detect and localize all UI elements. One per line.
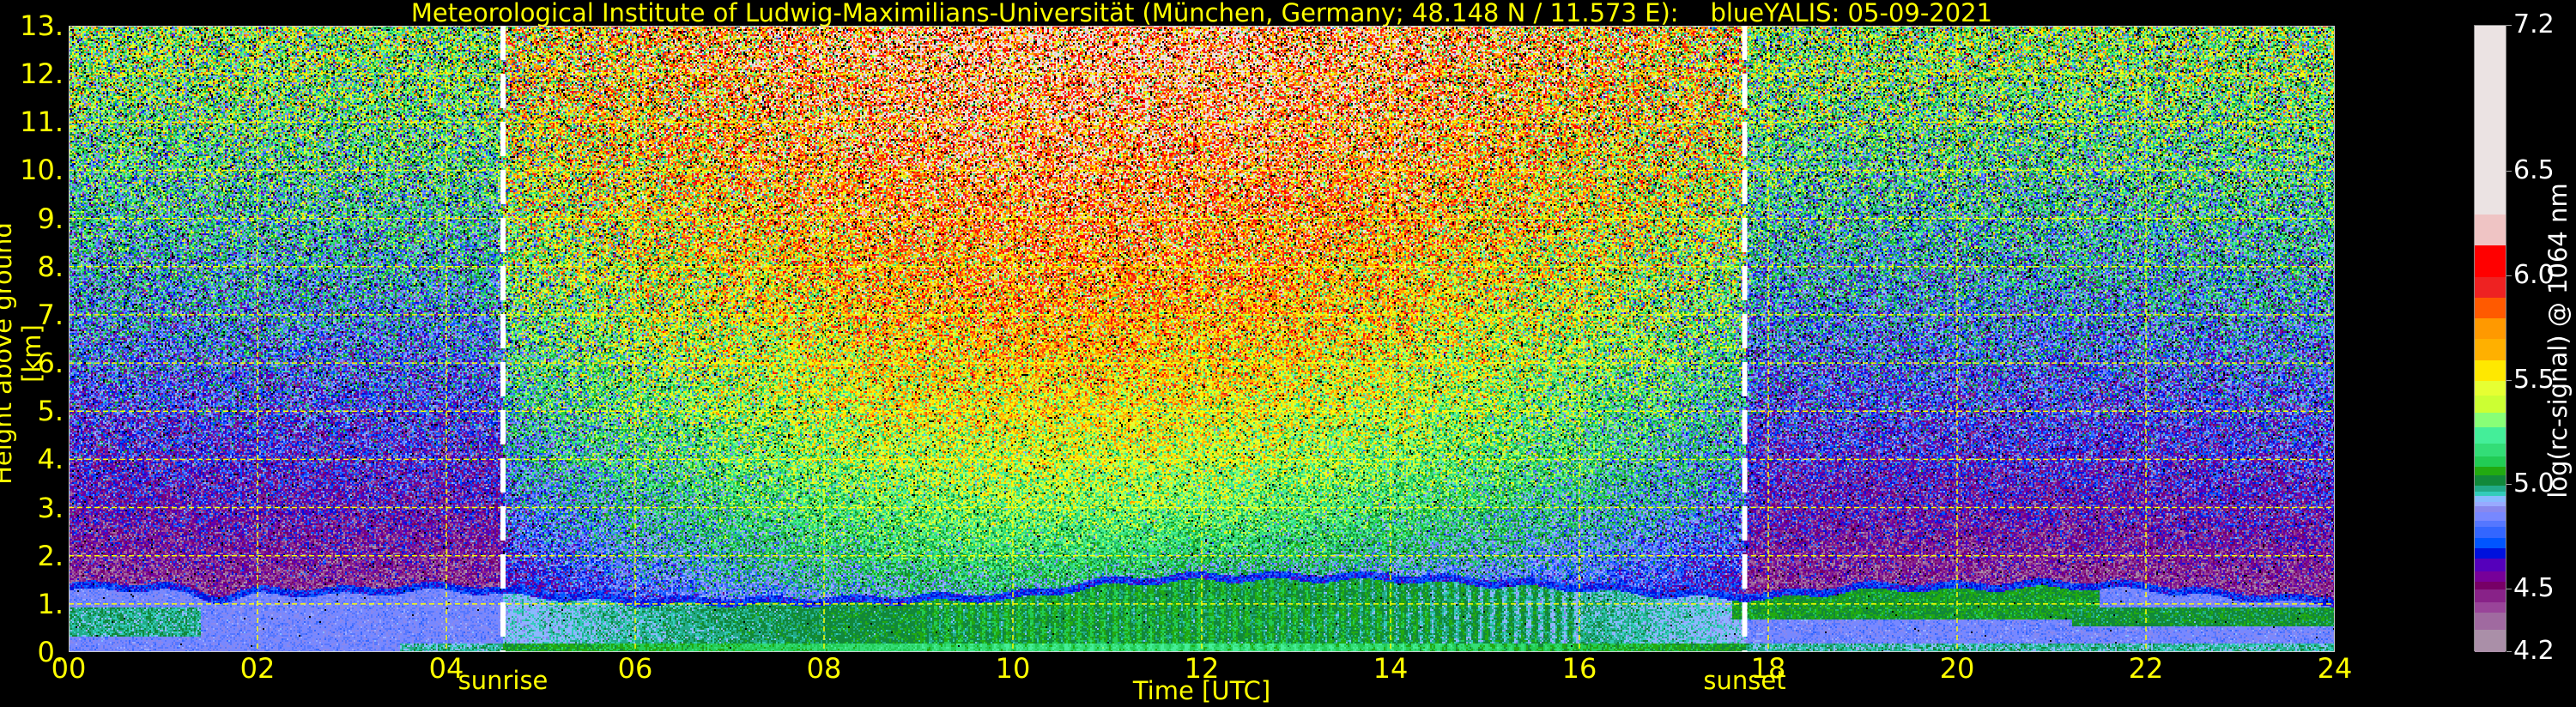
colorbar-tick-mark xyxy=(2506,275,2512,276)
colorbar-segment xyxy=(2475,581,2506,589)
colorbar-segment xyxy=(2475,613,2506,630)
colorbar-segment xyxy=(2475,214,2506,245)
colorbar-segment xyxy=(2475,506,2506,513)
x-tick-label: 22 xyxy=(2112,652,2180,685)
colorbar-segment xyxy=(2475,381,2506,396)
colorbar-tick-label: 7.2 xyxy=(2513,12,2555,38)
colorbar-segment xyxy=(2475,502,2506,506)
colorbar-segment xyxy=(2475,426,2506,444)
colorbar-tick-mark xyxy=(2506,380,2512,381)
x-tick-label: 10 xyxy=(979,652,1047,685)
colorbar-segment xyxy=(2475,318,2506,340)
colorbar-segment xyxy=(2475,512,2506,521)
x-tick-label: 14 xyxy=(1356,652,1425,685)
colorbar-segment xyxy=(2475,521,2506,528)
x-tick-label: 00 xyxy=(34,652,103,685)
colorbar-tick-label: 4.5 xyxy=(2513,576,2555,601)
chart-title: Meteorological Institute of Ludwig-Maxim… xyxy=(0,0,2403,27)
colorbar-segment xyxy=(2475,466,2506,474)
x-axis-label: Time [UTC] xyxy=(1116,676,1288,705)
colorbar-segment xyxy=(2475,339,2506,360)
x-tick-label: 20 xyxy=(1923,652,1991,685)
colorbar-segment xyxy=(2475,360,2506,381)
colorbar-segment xyxy=(2475,245,2506,277)
x-tick-label: 16 xyxy=(1545,652,1614,685)
sunrise-label: sunrise xyxy=(434,666,572,695)
colorbar-segment xyxy=(2475,456,2506,467)
colorbar-label: log(rc-signal) @ 1064 nm xyxy=(2543,178,2573,504)
x-tick-label: 06 xyxy=(601,652,670,685)
y-axis-label: Height above ground [km] xyxy=(0,190,46,517)
colorbar-segment xyxy=(2475,602,2506,613)
y-tick-label: 11. xyxy=(0,108,64,136)
colorbar-tick-mark xyxy=(2506,651,2512,652)
colorbar-segment xyxy=(2475,629,2506,652)
x-tick-label: 08 xyxy=(790,652,858,685)
colorbar-segment xyxy=(2475,396,2506,413)
grid-overlay xyxy=(69,26,2335,652)
x-tick-label: 24 xyxy=(2300,652,2369,685)
colorbar xyxy=(2474,25,2506,651)
colorbar-segment xyxy=(2475,492,2506,496)
colorbar-tick-label: 4.2 xyxy=(2513,638,2555,664)
colorbar-segment xyxy=(2475,474,2506,486)
x-tick-label: 02 xyxy=(223,652,292,685)
colorbar-segment xyxy=(2475,589,2506,602)
y-tick-label: 13. xyxy=(0,12,64,39)
colorbar-tick-mark xyxy=(2506,25,2512,26)
colorbar-segment xyxy=(2475,571,2506,582)
colorbar-segment xyxy=(2475,276,2506,298)
colorbar-segment xyxy=(2475,485,2506,492)
plot-area xyxy=(69,26,2335,652)
colorbar-segment xyxy=(2475,559,2506,571)
y-tick-label: 10. xyxy=(0,156,64,184)
y-tick-label: 1. xyxy=(0,590,64,618)
colorbar-segment xyxy=(2475,444,2506,456)
colorbar-segment xyxy=(2475,297,2506,318)
colorbar-segment xyxy=(2475,527,2506,538)
colorbar-segment xyxy=(2475,412,2506,427)
y-tick-label: 12. xyxy=(0,60,64,88)
colorbar-tick-mark xyxy=(2506,171,2512,172)
sunset-label: sunset xyxy=(1676,666,1814,695)
y-tick-label: 2. xyxy=(0,542,64,570)
colorbar-segment xyxy=(2475,547,2506,559)
colorbar-segment xyxy=(2475,496,2506,503)
colorbar-segment xyxy=(2475,26,2506,215)
colorbar-tick-mark xyxy=(2506,484,2512,485)
colorbar-segment xyxy=(2475,537,2506,548)
